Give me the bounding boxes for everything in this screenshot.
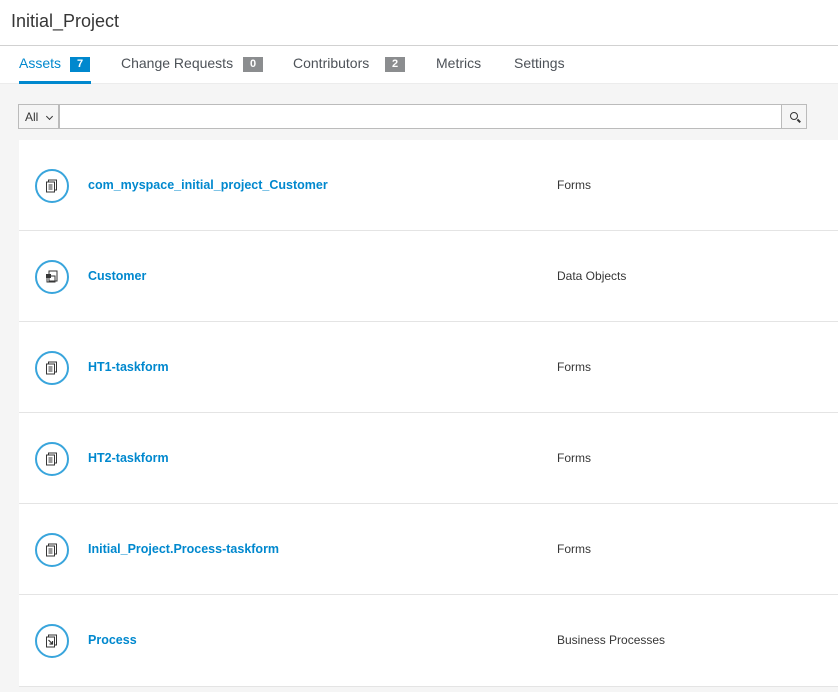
tab-assets-label: Assets	[19, 55, 62, 71]
asset-type-selected: All	[25, 110, 39, 124]
list-item: Customer Data Objects	[19, 231, 838, 322]
tab-contributors[interactable]: Contributors 2	[293, 46, 406, 84]
search-input[interactable]	[59, 104, 782, 129]
tab-metrics[interactable]: Metrics	[436, 46, 486, 84]
asset-type: Forms	[557, 178, 591, 192]
data-object-icon	[35, 260, 69, 294]
tab-bar: Assets 7 Change Requests 0 Contributors …	[0, 46, 838, 84]
contributors-count-badge: 2	[385, 57, 405, 72]
search-icon	[790, 112, 798, 120]
tab-change-requests-label: Change Requests	[121, 55, 234, 71]
tab-settings[interactable]: Settings	[514, 46, 568, 84]
page-title: Initial_Project	[11, 11, 120, 31]
tab-assets[interactable]: Assets 7	[19, 46, 91, 84]
asset-link[interactable]: Initial_Project.Process-taskform	[88, 542, 279, 556]
asset-link[interactable]: HT2-taskform	[88, 451, 169, 465]
asset-type-dropdown[interactable]: All	[18, 104, 59, 129]
search-button[interactable]	[781, 104, 807, 129]
list-item: HT1-taskform Forms	[19, 322, 838, 413]
asset-list: com_myspace_initial_project_Customer For…	[19, 140, 838, 687]
form-icon	[35, 351, 69, 385]
asset-type: Forms	[557, 360, 591, 374]
asset-link[interactable]: HT1-taskform	[88, 360, 169, 374]
project-header: Initial_Project	[0, 0, 838, 46]
list-item: HT2-taskform Forms	[19, 413, 838, 504]
list-item: Initial_Project.Process-taskform Forms	[19, 504, 838, 595]
form-icon	[35, 169, 69, 203]
assets-count-badge: 7	[70, 57, 90, 72]
process-icon	[35, 624, 69, 658]
form-icon	[35, 533, 69, 567]
list-item: com_myspace_initial_project_Customer For…	[19, 140, 838, 231]
asset-link[interactable]: Customer	[88, 269, 146, 283]
asset-type: Forms	[557, 451, 591, 465]
form-icon	[35, 442, 69, 476]
tab-change-requests[interactable]: Change Requests 0	[121, 46, 264, 84]
asset-link[interactable]: com_myspace_initial_project_Customer	[88, 178, 328, 192]
tab-contributors-label: Contributors	[293, 55, 370, 71]
list-item: Process Business Processes	[19, 595, 838, 687]
chevron-down-icon	[45, 112, 54, 121]
change-requests-count-badge: 0	[243, 57, 263, 72]
asset-type: Data Objects	[557, 269, 627, 283]
tab-settings-label: Settings	[514, 55, 565, 71]
asset-link[interactable]: Process	[88, 633, 137, 647]
asset-type: Forms	[557, 542, 591, 556]
asset-type: Business Processes	[557, 633, 666, 647]
tab-metrics-label: Metrics	[436, 55, 482, 71]
